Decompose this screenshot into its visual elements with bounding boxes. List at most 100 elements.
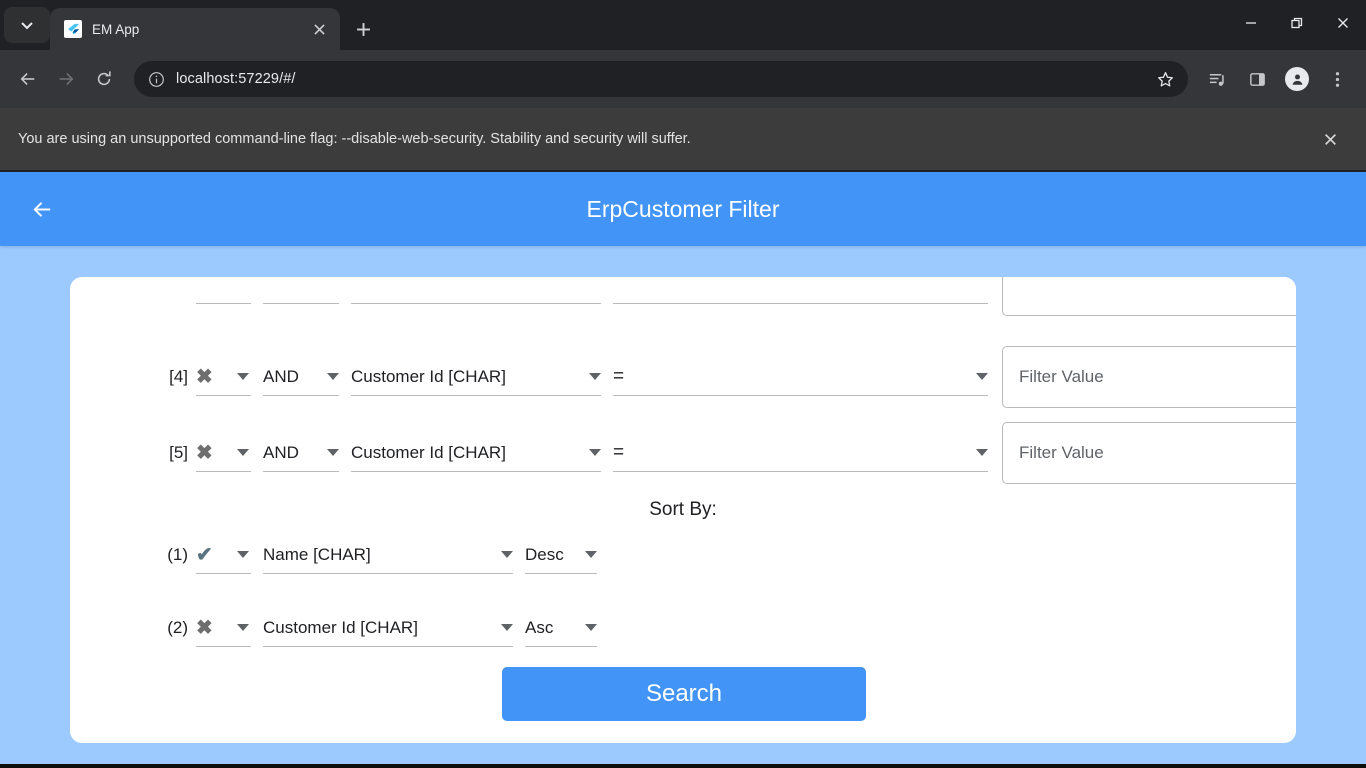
tab-strip: EM App — [0, 0, 1366, 50]
chevron-down-icon — [327, 373, 339, 380]
browser-menu-button[interactable] — [1318, 60, 1356, 98]
bottom-strip — [0, 764, 1366, 768]
filter-row-index: [4] — [169, 367, 188, 386]
infobar-message: You are using an unsupported command-lin… — [18, 131, 691, 147]
playlist-icon — [1209, 73, 1224, 86]
chevron-down-icon — [501, 624, 513, 631]
filter-field-dropdown[interactable]: Customer Id [CHAR] — [351, 358, 601, 396]
site-info-icon[interactable] — [148, 71, 165, 88]
filter-enable-dropdown[interactable]: ✖ — [196, 358, 251, 396]
chevron-down-icon — [976, 449, 988, 456]
chevron-down-icon — [237, 624, 249, 631]
filter-row: [5] ✖ AND Customer Id [CHAR] = Filter Va… — [154, 415, 1296, 491]
filter-row: [4] ✖ AND Customer Id [CHAR] = Filter Va… — [154, 339, 1296, 415]
three-dots-icon — [1335, 71, 1339, 87]
close-window-button[interactable] — [1320, 0, 1366, 46]
chevron-down-icon — [585, 624, 597, 631]
address-bar[interactable]: localhost:57229/#/ — [134, 61, 1188, 97]
filter-enable-dropdown[interactable]: ✖ — [196, 434, 251, 472]
sort-direction-value: Asc — [525, 617, 554, 637]
chevron-down-icon — [237, 551, 249, 558]
side-panel-icon — [1249, 72, 1265, 86]
flutter-logo-icon — [64, 20, 82, 38]
filter-value-input[interactable]: Filter Value — [1002, 422, 1296, 484]
plus-icon — [356, 22, 370, 36]
reload-icon — [97, 71, 111, 86]
sort-field-dropdown[interactable]: Customer Id [CHAR] — [263, 609, 513, 647]
filter-value-input[interactable]: Filter Value — [1002, 346, 1296, 408]
minimize-icon — [1246, 22, 1256, 24]
filter-logic-value: AND — [263, 442, 299, 462]
maximize-button[interactable] — [1274, 0, 1320, 46]
search-button[interactable]: Search — [502, 667, 866, 721]
sort-field-dropdown[interactable]: Name [CHAR] — [263, 536, 513, 574]
url-text: localhost:57229/#/ — [176, 71, 296, 87]
page-viewport: ErpCustomer Filter [4] ✖ AND Customer Id… — [0, 172, 1366, 764]
x-mark-icon: ✖ — [196, 616, 213, 639]
sort-field-value: Name [CHAR] — [263, 544, 371, 564]
bookmark-button[interactable] — [1152, 66, 1178, 92]
tab-search-button[interactable] — [4, 7, 50, 43]
close-icon — [1338, 18, 1348, 28]
star-icon — [1157, 71, 1173, 87]
filter-logic-value: AND — [263, 366, 299, 386]
filter-row-partial — [154, 277, 1296, 323]
sort-direction-dropdown[interactable]: Desc — [525, 536, 597, 574]
filter-field-value: Customer Id [CHAR] — [351, 366, 506, 386]
chevron-down-icon — [976, 373, 988, 380]
back-button[interactable] — [10, 61, 46, 97]
filter-operator-dropdown[interactable]: = — [613, 358, 988, 396]
app-back-button[interactable] — [20, 187, 64, 231]
sort-field-value: Customer Id [CHAR] — [263, 617, 418, 637]
reload-button[interactable] — [86, 61, 122, 97]
filter-row-index: [5] — [169, 443, 188, 462]
chevron-down-icon — [327, 449, 339, 456]
browser-window: EM App localhost:57229/#/ You are using … — [0, 0, 1366, 768]
browser-toolbar: localhost:57229/#/ — [0, 50, 1366, 108]
filter-logic-dropdown[interactable]: AND — [263, 434, 339, 472]
x-mark-icon: ✖ — [196, 365, 213, 388]
filter-operator-value: = — [613, 441, 625, 463]
sort-direction-value: Desc — [525, 544, 564, 564]
infobar-close-button[interactable] — [1316, 125, 1344, 153]
filter-enable-dropdown[interactable] — [196, 277, 251, 304]
filter-operator-dropdown[interactable]: = — [613, 434, 988, 472]
reading-list-button[interactable] — [1198, 60, 1236, 98]
filter-field-dropdown[interactable]: Customer Id [CHAR] — [351, 434, 601, 472]
new-tab-button[interactable] — [346, 12, 380, 46]
tab-title: EM App — [92, 21, 140, 37]
filter-operator-dropdown[interactable] — [613, 277, 988, 304]
sort-enable-dropdown[interactable]: ✔ — [196, 536, 251, 574]
browser-tab[interactable]: EM App — [50, 8, 340, 50]
back-arrow-icon — [20, 73, 35, 85]
restore-icon — [1291, 17, 1303, 29]
filter-logic-dropdown[interactable]: AND — [263, 358, 339, 396]
sort-row-index: (1) — [167, 545, 188, 564]
person-icon — [1292, 73, 1302, 85]
tab-close-button[interactable] — [308, 18, 330, 40]
filter-logic-dropdown[interactable] — [263, 277, 339, 304]
sort-direction-dropdown[interactable]: Asc — [525, 609, 597, 647]
filter-operator-value: = — [613, 365, 625, 387]
chevron-down-icon — [237, 373, 249, 380]
filter-value-input[interactable] — [1002, 277, 1296, 316]
sort-row: (1) ✔ Name [CHAR] Desc — [154, 517, 1296, 593]
sort-row-index: (2) — [167, 618, 188, 637]
filter-field-value: Customer Id [CHAR] — [351, 442, 506, 462]
avatar — [1285, 67, 1309, 91]
back-arrow-icon — [32, 201, 50, 217]
sort-enable-dropdown[interactable]: ✖ — [196, 609, 251, 647]
minimize-button[interactable] — [1228, 0, 1274, 46]
window-controls — [1228, 0, 1366, 46]
side-panel-button[interactable] — [1238, 60, 1276, 98]
app-bar: ErpCustomer Filter — [0, 172, 1366, 246]
check-mark-icon: ✔ — [196, 543, 213, 566]
filter-field-dropdown[interactable] — [351, 277, 601, 304]
sort-row: (2) ✖ Customer Id [CHAR] Asc — [154, 590, 1296, 666]
forward-button[interactable] — [48, 61, 84, 97]
chevron-down-icon — [585, 551, 597, 558]
chevron-down-icon — [589, 449, 601, 456]
close-icon — [1324, 133, 1336, 145]
page-title: ErpCustomer Filter — [586, 195, 780, 222]
profile-button[interactable] — [1278, 60, 1316, 98]
